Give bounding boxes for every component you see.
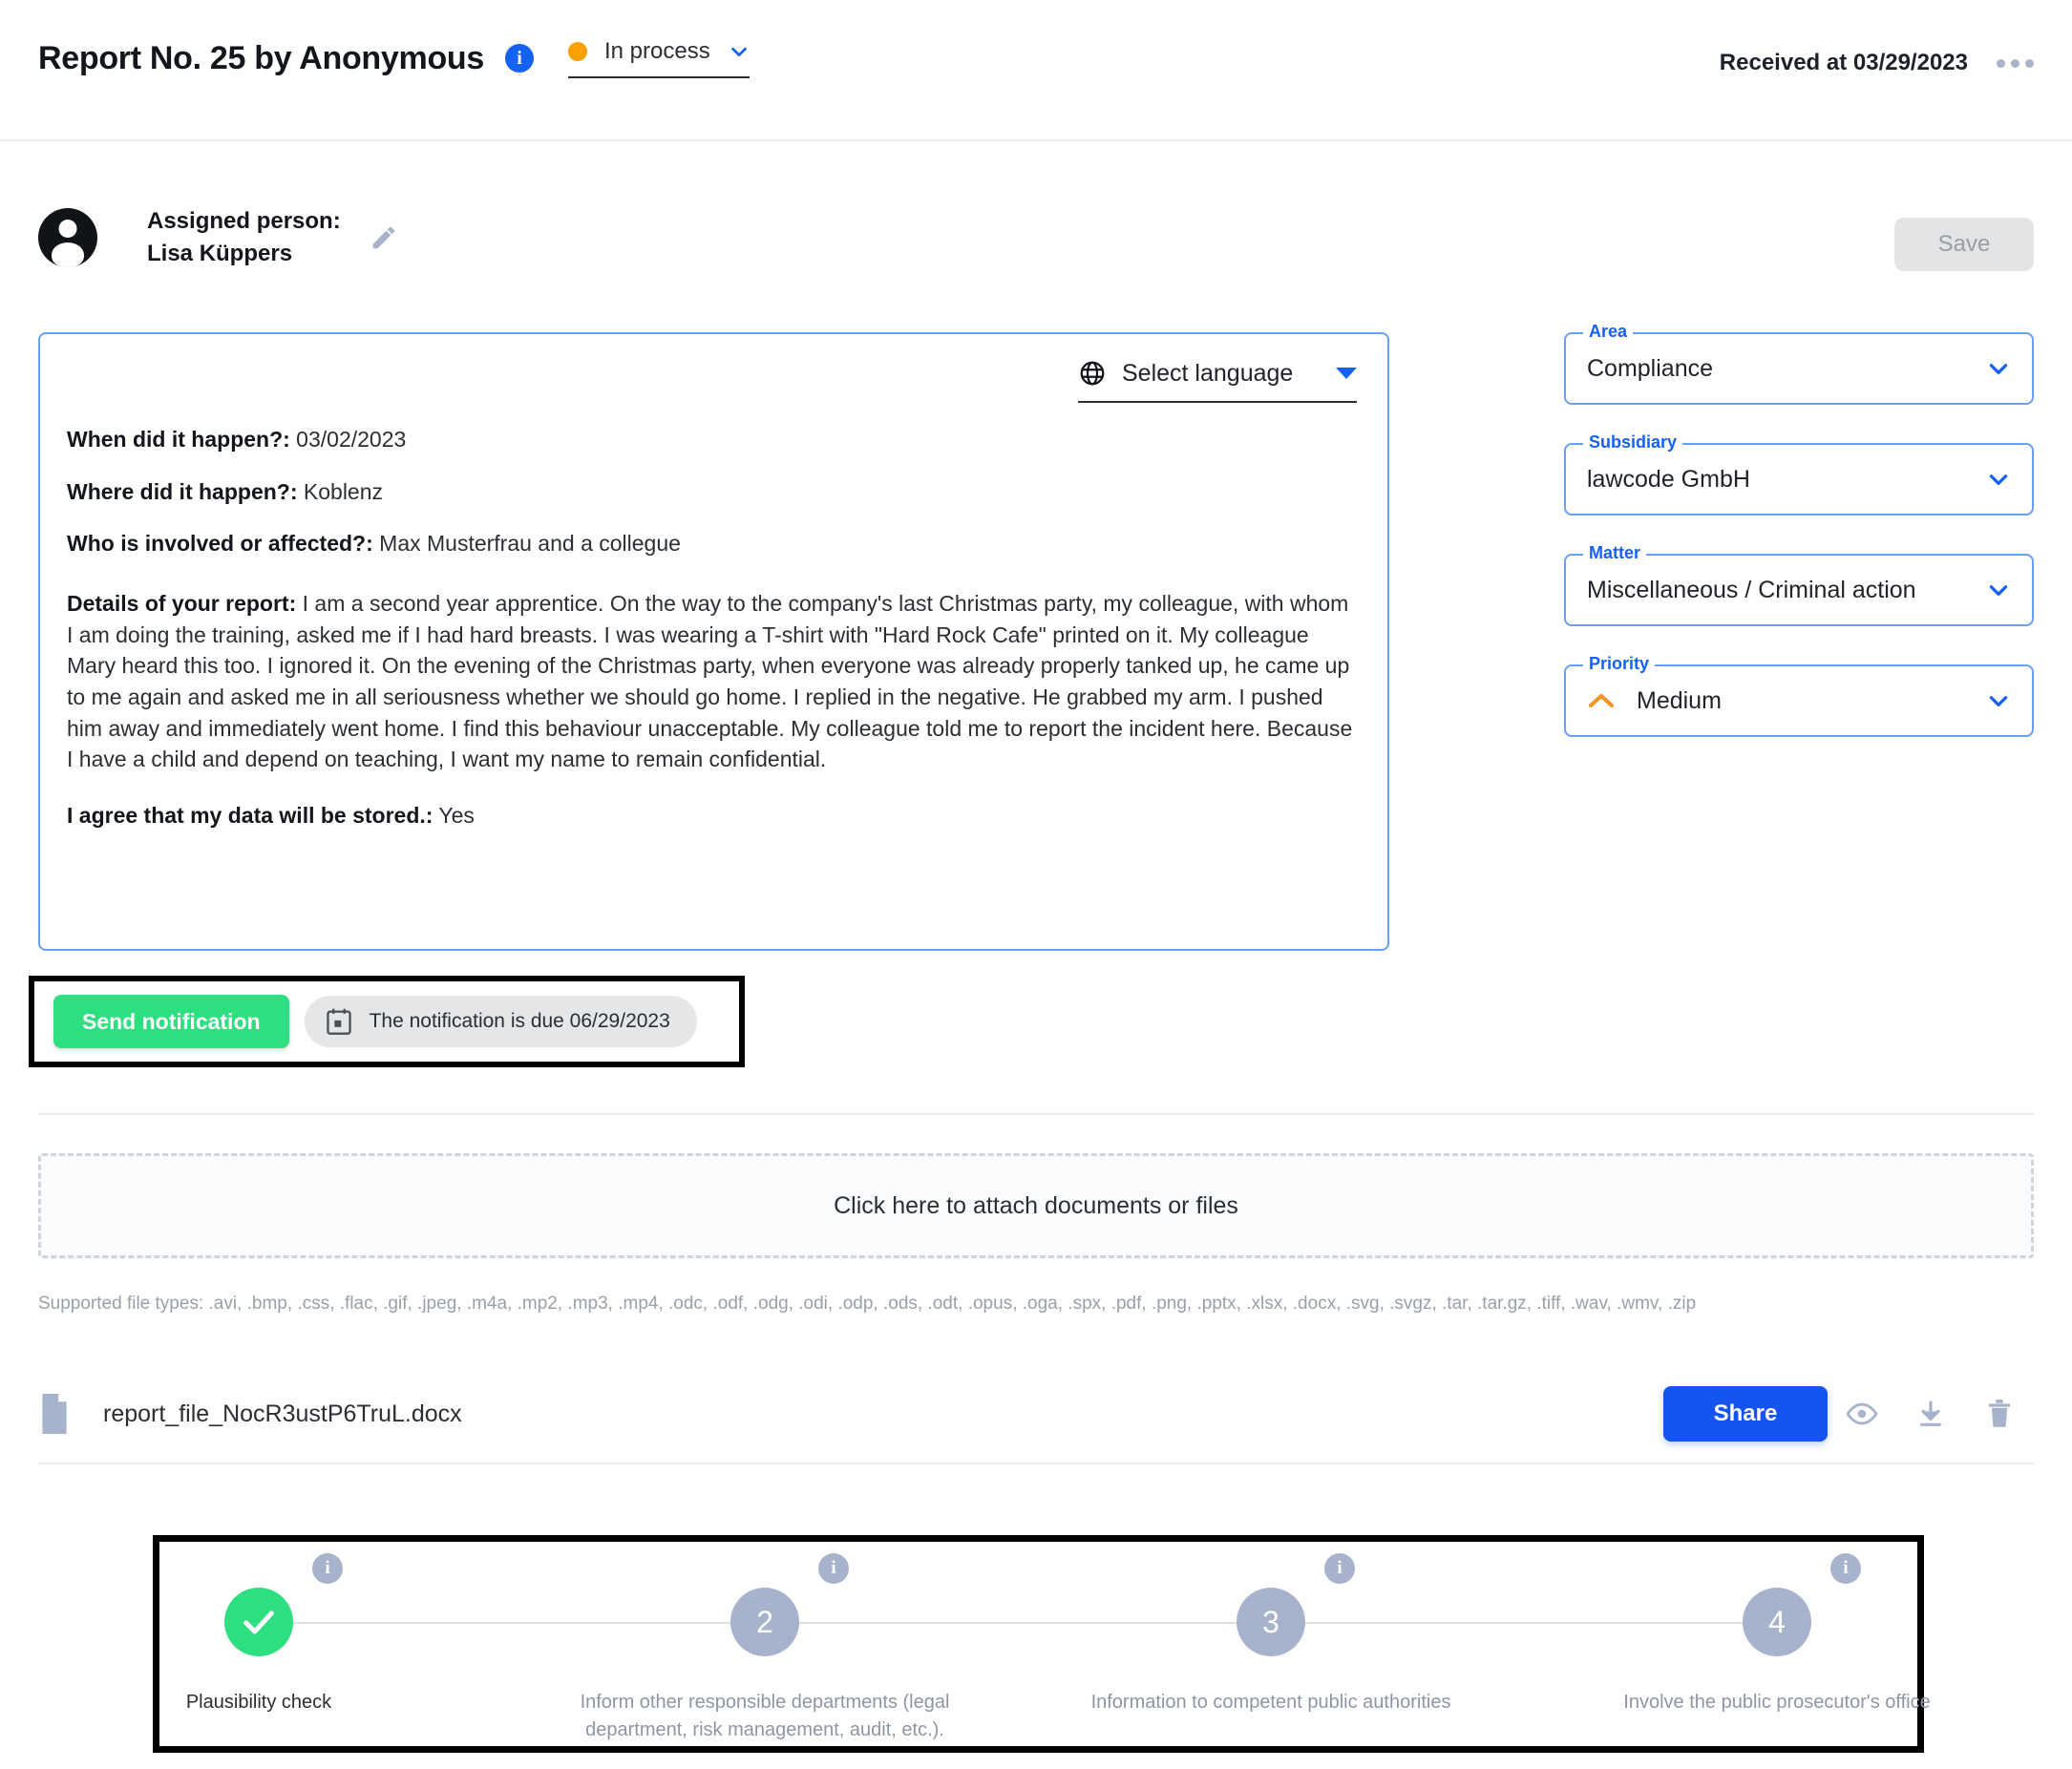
workflow-stepper-highlight-box: i Plausibility check 2 i Inform other re… bbox=[153, 1535, 1931, 1753]
info-icon[interactable]: i bbox=[505, 44, 534, 73]
chevron-down-icon bbox=[1986, 356, 2011, 381]
report-qa-where: Where did it happen?: Koblenz bbox=[67, 476, 1357, 508]
details-text: I am a second year apprentice. On the wa… bbox=[67, 590, 1353, 772]
download-icon[interactable] bbox=[1896, 1386, 1965, 1442]
file-icon bbox=[38, 1394, 71, 1434]
field-matter[interactable]: Matter Miscellaneous / Criminal action bbox=[1564, 543, 2034, 626]
field-priority-value: Medium bbox=[1637, 686, 1722, 714]
delete-trash-icon[interactable] bbox=[1965, 1386, 2034, 1442]
qa-answer-where: Koblenz bbox=[297, 478, 384, 504]
step-4-label: Involve the public prosecutor's office bbox=[1623, 1692, 1931, 1713]
supported-file-types: Supported file types: .avi, .bmp, .css, … bbox=[38, 1294, 1697, 1314]
header-right-group: Received at 03/29/2023 bbox=[1720, 50, 2034, 76]
step-1-info-icon[interactable]: i bbox=[312, 1553, 343, 1584]
step-4-number: 4 bbox=[1768, 1604, 1786, 1639]
share-button[interactable]: Share bbox=[1663, 1386, 1828, 1442]
report-qa-who: Who is involved or affected?: Max Muster… bbox=[67, 528, 1357, 559]
calendar-icon bbox=[326, 1007, 352, 1036]
step-4-info-icon[interactable]: i bbox=[1830, 1553, 1861, 1584]
qa-answer-when: 03/02/2023 bbox=[289, 427, 407, 452]
step-3-info-icon[interactable]: i bbox=[1324, 1553, 1355, 1584]
report-qa-when: When did it happen?: 03/02/2023 bbox=[67, 424, 1357, 455]
field-priority[interactable]: Priority Medium bbox=[1564, 654, 2034, 737]
preview-eye-icon[interactable] bbox=[1828, 1386, 1896, 1442]
step-2-number: 2 bbox=[756, 1604, 773, 1639]
report-content-box: Select language When did it happen?: 03/… bbox=[38, 332, 1389, 951]
stepper-step-2[interactable]: 2 i Inform other responsible departments… bbox=[581, 1553, 949, 1744]
field-matter-value: Miscellaneous / Criminal action bbox=[1587, 576, 1916, 603]
stepper-step-4[interactable]: 4 i Involve the public prosecutor's offi… bbox=[1623, 1553, 1931, 1716]
header-left-group: Report No. 25 by Anonymous i In process bbox=[38, 38, 750, 78]
stepper-connector-line bbox=[255, 1622, 1803, 1624]
field-subsidiary-value: lawcode GmbH bbox=[1587, 465, 1750, 493]
field-matter-legend: Matter bbox=[1583, 543, 1647, 563]
more-options-icon[interactable] bbox=[1997, 58, 2034, 68]
edit-pencil-icon[interactable] bbox=[370, 223, 398, 252]
globe-icon bbox=[1078, 359, 1107, 388]
page-header: Report No. 25 by Anonymous i In process … bbox=[0, 0, 2072, 141]
step-2-circle[interactable]: 2 i bbox=[730, 1553, 849, 1656]
notification-due-text: The notification is due 06/29/2023 bbox=[369, 1010, 670, 1032]
status-indicator-dot bbox=[568, 42, 587, 61]
status-dropdown[interactable]: In process bbox=[568, 38, 750, 78]
field-area-value: Compliance bbox=[1587, 354, 1714, 382]
qa-question-who: Who is involved or affected?: bbox=[67, 531, 373, 557]
qa-question-where: Where did it happen?: bbox=[67, 478, 298, 504]
field-area-legend: Area bbox=[1583, 322, 1634, 342]
attachment-row: report_file_NocR3ustP6TruL.docx Share bbox=[38, 1365, 2034, 1464]
file-dropzone[interactable]: Click here to attach documents or files bbox=[38, 1153, 2034, 1258]
priority-medium-icon bbox=[1587, 691, 1616, 710]
field-priority-legend: Priority bbox=[1583, 654, 1656, 674]
assigned-person-text: Assigned person: Lisa Küppers bbox=[147, 205, 341, 270]
check-icon bbox=[240, 1603, 278, 1641]
step-1-label: Plausibility check bbox=[185, 1692, 332, 1713]
details-label: Details of your report: bbox=[67, 590, 297, 616]
avatar bbox=[38, 208, 97, 268]
chevron-down-icon bbox=[729, 41, 750, 62]
language-row: Select language bbox=[67, 359, 1357, 403]
agree-value: Yes bbox=[433, 802, 475, 828]
field-subsidiary[interactable]: Subsidiary lawcode GmbH bbox=[1564, 432, 2034, 516]
field-subsidiary-legend: Subsidiary bbox=[1583, 432, 1683, 453]
assigned-person-label: Assigned person: bbox=[147, 208, 341, 234]
attachment-actions: Share bbox=[1663, 1386, 2034, 1442]
step-2-label: Inform other responsible departments (le… bbox=[580, 1692, 950, 1740]
page-title: Report No. 25 by Anonymous bbox=[38, 39, 484, 76]
step-3-label: Information to competent public authorit… bbox=[1090, 1692, 1451, 1713]
language-select[interactable]: Select language bbox=[1078, 359, 1357, 403]
stepper-step-3[interactable]: 3 i Information to competent public auth… bbox=[1091, 1553, 1450, 1716]
field-area[interactable]: Area Compliance bbox=[1564, 322, 2034, 405]
chevron-down-icon bbox=[1986, 688, 2011, 713]
assigned-person-name: Lisa Küppers bbox=[147, 241, 293, 267]
report-agree: I agree that my data will be stored.: Ye… bbox=[67, 800, 1357, 832]
send-notification-button[interactable]: Send notification bbox=[53, 995, 289, 1048]
stepper-step-1[interactable]: i Plausibility check bbox=[116, 1553, 402, 1716]
metadata-fields: Area Compliance Subsidiary lawcode GmbH … bbox=[1564, 322, 2034, 775]
caret-down-icon bbox=[1336, 368, 1357, 379]
chevron-down-icon bbox=[1986, 467, 2011, 492]
step-2-info-icon[interactable]: i bbox=[818, 1553, 849, 1584]
report-details: Details of your report: I am a second ye… bbox=[67, 588, 1357, 775]
workflow-stepper: i Plausibility check 2 i Inform other re… bbox=[159, 1542, 1931, 1746]
attachment-file-name: report_file_NocR3ustP6TruL.docx bbox=[103, 1400, 462, 1427]
step-4-circle[interactable]: 4 i bbox=[1743, 1553, 1861, 1656]
status-label: In process bbox=[604, 38, 710, 64]
section-divider-top bbox=[38, 1113, 2034, 1115]
file-dropzone-label: Click here to attach documents or files bbox=[834, 1191, 1238, 1219]
assigned-person-row: Assigned person: Lisa Küppers bbox=[38, 205, 398, 270]
qa-answer-who: Max Musterfrau and a collegue bbox=[372, 531, 681, 557]
qa-question-when: When did it happen?: bbox=[67, 427, 290, 452]
notification-due-chip: The notification is due 06/29/2023 bbox=[304, 996, 697, 1047]
step-3-circle[interactable]: 3 i bbox=[1237, 1553, 1355, 1656]
chevron-down-icon bbox=[1986, 578, 2011, 602]
notification-highlight-box: Send notification The notification is du… bbox=[29, 976, 745, 1067]
step-3-number: 3 bbox=[1262, 1604, 1279, 1639]
step-1-circle[interactable]: i bbox=[224, 1553, 343, 1656]
received-date: Received at 03/29/2023 bbox=[1719, 50, 1968, 75]
language-placeholder: Select language bbox=[1122, 359, 1294, 387]
report-detail-page: Report No. 25 by Anonymous i In process … bbox=[0, 0, 2072, 1769]
agree-label: I agree that my data will be stored.: bbox=[67, 802, 433, 828]
save-button[interactable]: Save bbox=[1894, 218, 2034, 271]
